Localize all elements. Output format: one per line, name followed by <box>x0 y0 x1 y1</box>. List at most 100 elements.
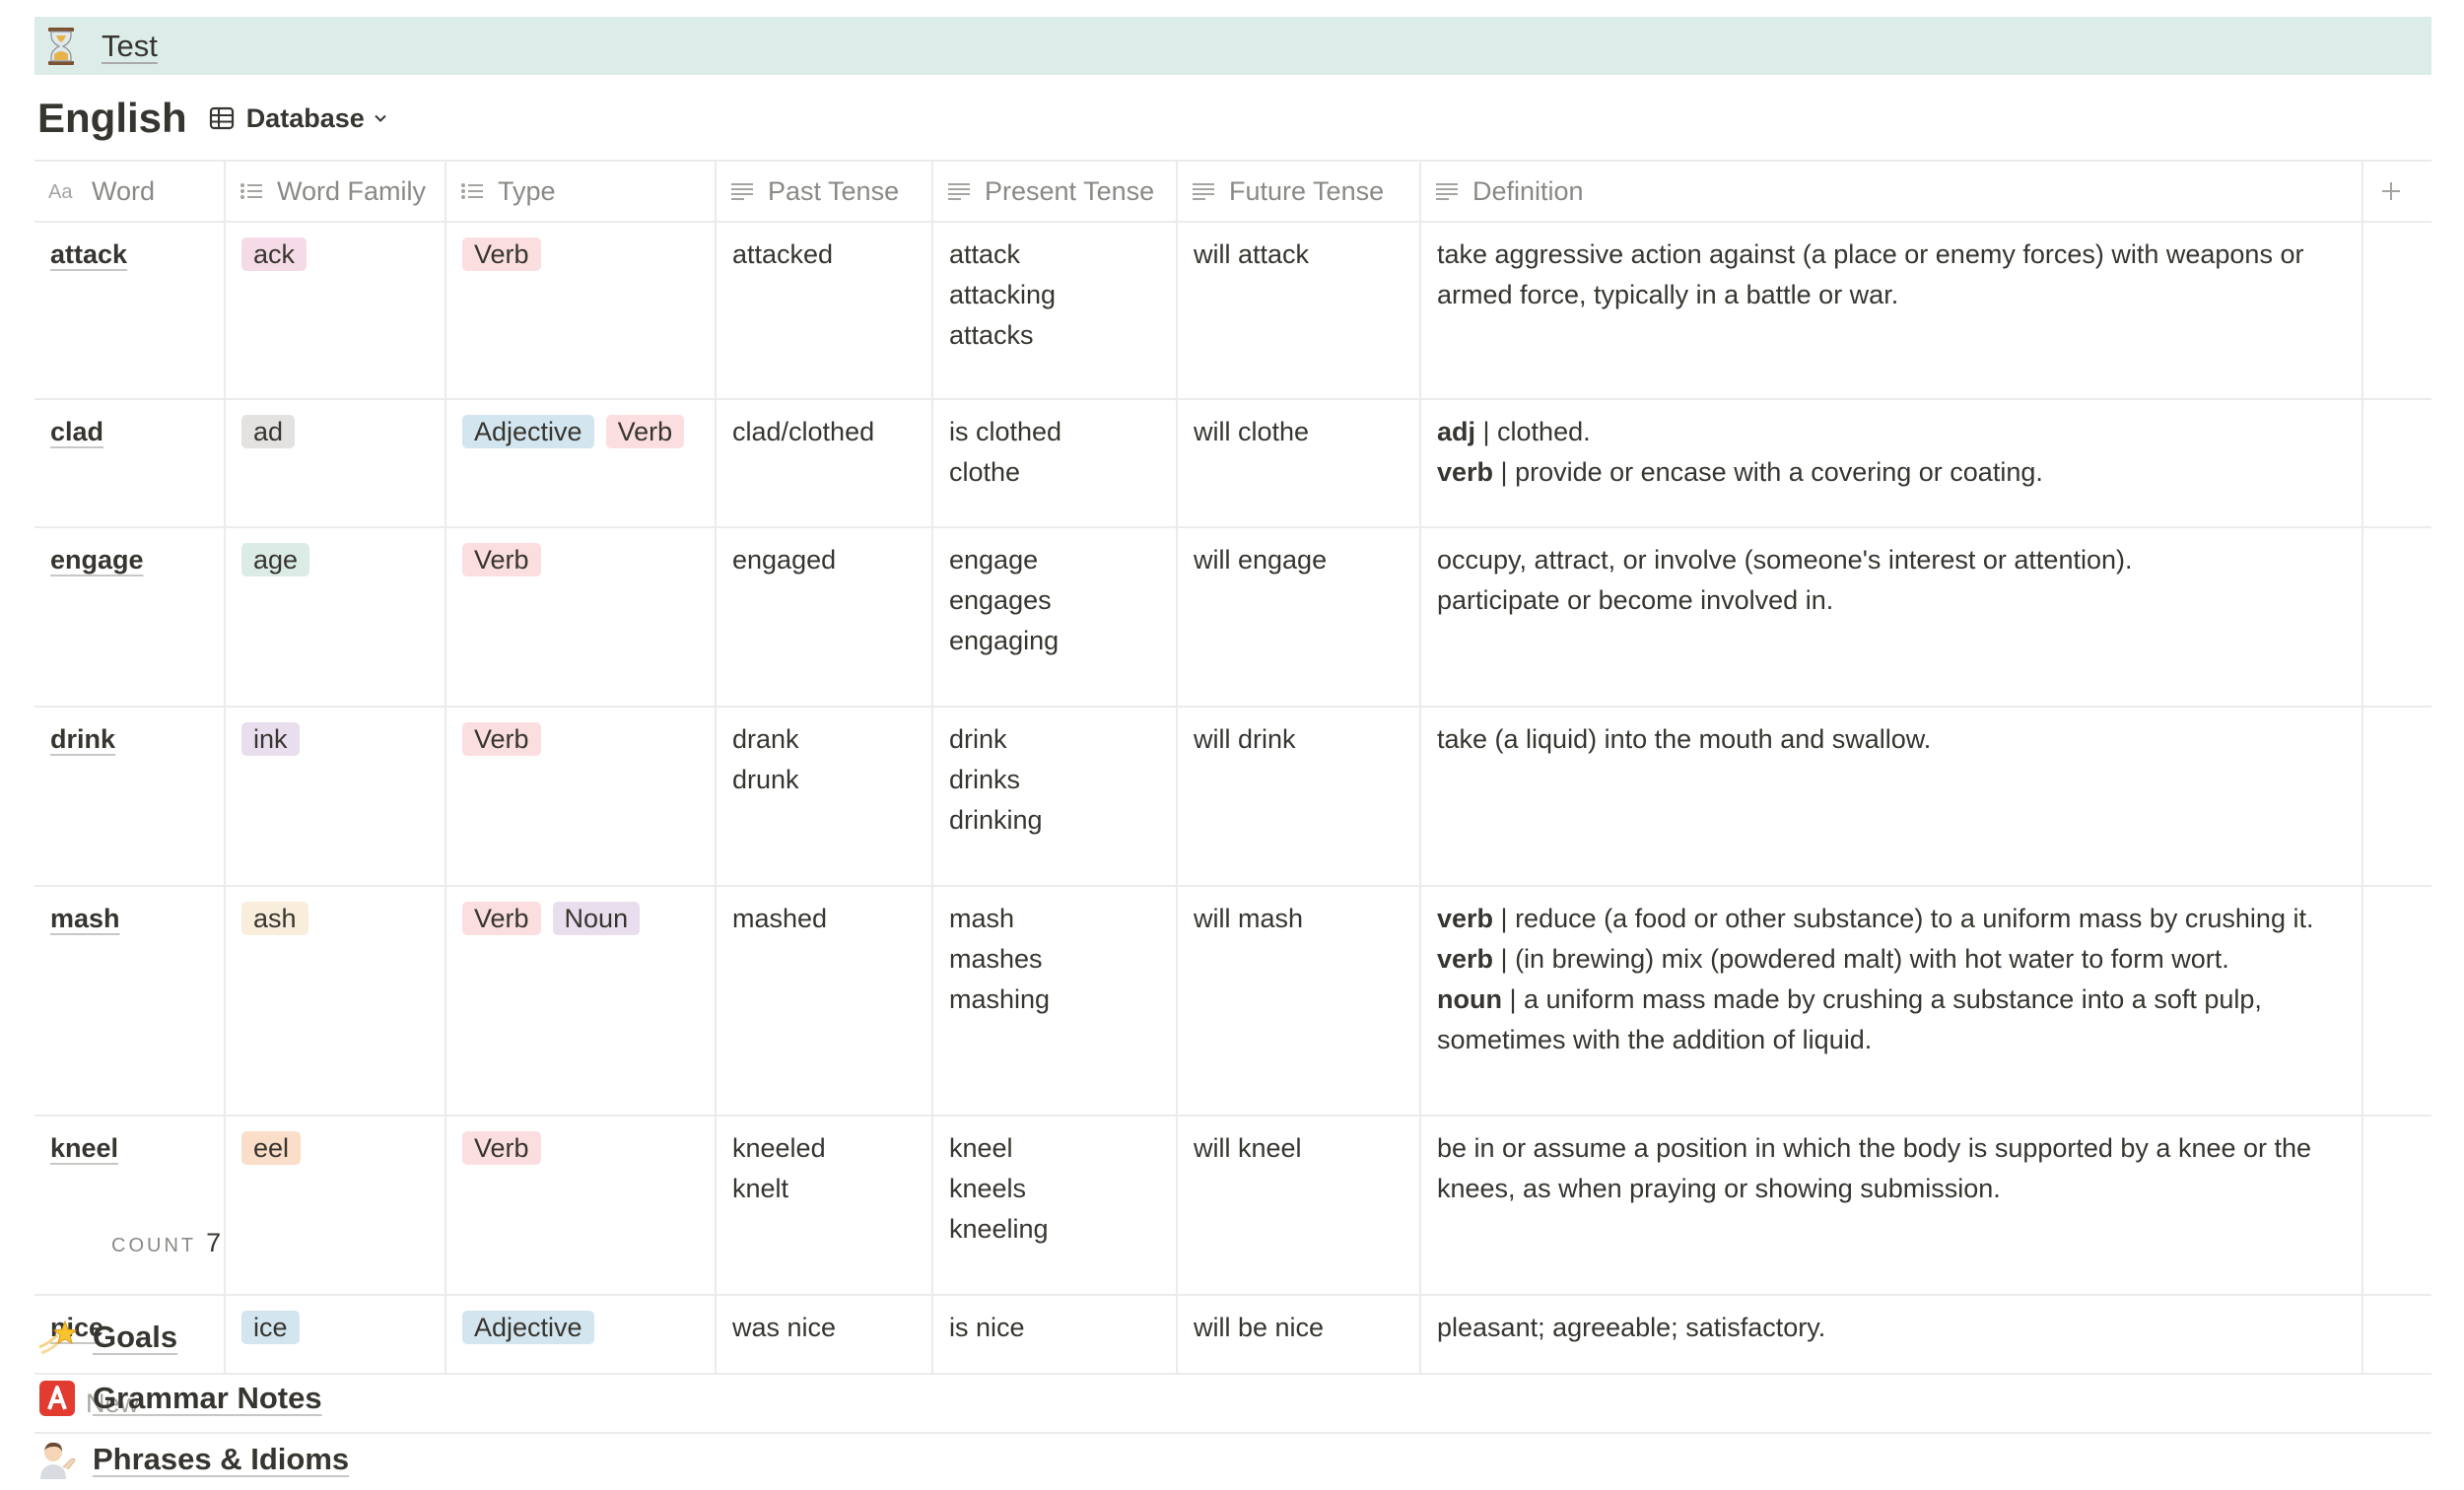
cell-word[interactable]: drink <box>34 708 226 885</box>
column-header-definition[interactable]: Definition <box>1421 162 2363 221</box>
page-link-phrases-idioms[interactable]: Phrases & Idioms <box>37 1429 349 1490</box>
cell-word-family[interactable]: age <box>226 528 446 706</box>
table-row[interactable]: kneel eel Verb kneeled knelt kneel kneels kneel… <box>34 1117 2431 1296</box>
cell-type[interactable]: Adjective <box>446 1296 717 1373</box>
text-property-icon <box>731 183 753 200</box>
cell-type[interactable]: Verb <box>446 528 717 706</box>
word-title-link[interactable]: attack <box>50 239 127 269</box>
word-title-link[interactable]: mash <box>50 904 120 933</box>
cell-type[interactable]: Verb <box>446 1117 717 1294</box>
cell-past-tense[interactable]: attacked <box>717 223 933 398</box>
word-title-link[interactable]: clad <box>50 417 103 446</box>
database-title[interactable]: English <box>37 95 187 142</box>
word-title-link[interactable]: engage <box>50 545 144 575</box>
title-property-icon: Aa <box>48 181 73 202</box>
cell-word[interactable]: mash <box>34 887 226 1115</box>
table-row[interactable]: attack ack Verb attacked attack attacking atta… <box>34 223 2431 400</box>
cell-definition[interactable]: take aggressive action against (a place … <box>1421 223 2363 398</box>
cell-present-tense[interactable]: kneel kneels kneeling <box>933 1117 1178 1294</box>
column-header-present-tense[interactable]: Present Tense <box>933 162 1178 221</box>
cell-past-tense[interactable]: mashed <box>717 887 933 1115</box>
cell-past-tense[interactable]: kneeled knelt <box>717 1117 933 1294</box>
column-header-past-tense[interactable]: Past Tense <box>717 162 933 221</box>
table-header-row: Aa Word Word Family Type Past Tense Pres… <box>34 160 2431 223</box>
text-line: engage <box>949 545 1039 575</box>
cell-present-tense[interactable]: mash mashes mashing <box>933 887 1178 1115</box>
text-property-icon <box>1193 183 1214 200</box>
cell-future-tense[interactable]: will engage <box>1178 528 1421 706</box>
cell-word[interactable]: engage <box>34 528 226 706</box>
cell-present-tense[interactable]: is clothed clothe <box>933 400 1178 526</box>
cell-empty <box>2363 400 2431 526</box>
definition-text: occupy, attract, or involve (someone's i… <box>1437 545 2133 575</box>
cell-past-tense[interactable]: was nice <box>717 1296 933 1373</box>
cell-future-tense[interactable]: will be nice <box>1178 1296 1421 1373</box>
text-line: drinking <box>949 805 1043 835</box>
cell-word-family[interactable]: eel <box>226 1117 446 1294</box>
cell-word-family[interactable]: ad <box>226 400 446 526</box>
cell-word-family[interactable]: ack <box>226 223 446 398</box>
cell-definition[interactable]: occupy, attract, or involve (someone's i… <box>1421 528 2363 706</box>
cell-type[interactable]: Adjective Verb <box>446 400 717 526</box>
text-property-icon <box>1436 183 1458 200</box>
add-property-button[interactable] <box>2363 162 2431 221</box>
cell-definition[interactable]: take (a liquid) into the mouth and swall… <box>1421 708 2363 885</box>
cell-word[interactable]: attack <box>34 223 226 398</box>
cell-past-tense[interactable]: clad/clothed <box>717 400 933 526</box>
type-tag: Verb <box>462 543 541 576</box>
cell-future-tense[interactable]: will kneel <box>1178 1117 1421 1294</box>
cell-future-tense[interactable]: will attack <box>1178 223 1421 398</box>
cell-past-tense[interactable]: engaged <box>717 528 933 706</box>
column-header-type[interactable]: Type <box>446 162 717 221</box>
text-line: attacks <box>949 320 1034 350</box>
cell-definition[interactable]: pleasant; agreeable; satisfactory. <box>1421 1296 2363 1373</box>
cell-word-family[interactable]: ash <box>226 887 446 1115</box>
count-calculation[interactable]: COUNT 7 <box>111 1228 221 1258</box>
page-link-grammar-notes[interactable]: Grammar Notes <box>37 1368 349 1429</box>
cell-future-tense[interactable]: will clothe <box>1178 400 1421 526</box>
column-header-future-tense[interactable]: Future Tense <box>1178 162 1421 221</box>
definition-line: knees, as when praying or showing submis… <box>1437 1169 2348 1209</box>
word-title-link[interactable]: drink <box>50 724 115 754</box>
cell-present-tense[interactable]: attack attacking attacks <box>933 223 1178 398</box>
cell-type[interactable]: Verb <box>446 708 717 885</box>
text-line: mashes <box>949 944 1043 974</box>
svg-text:Aa: Aa <box>48 181 73 202</box>
text-line: drinks <box>949 765 1021 794</box>
cell-type[interactable]: Verb Noun <box>446 887 717 1115</box>
table-row[interactable]: nice ice Adjective was nice is nice will be n… <box>34 1296 2431 1375</box>
cell-future-tense[interactable]: will drink <box>1178 708 1421 885</box>
cell-future-tense[interactable]: will mash <box>1178 887 1421 1115</box>
table-row[interactable]: clad ad Adjective Verb clad/clothed is clothe… <box>34 400 2431 528</box>
view-switcher-button[interactable]: Database <box>209 103 388 134</box>
table-row[interactable]: mash ash Verb Noun mashed mash mashes mashing wi… <box>34 887 2431 1117</box>
column-header-word[interactable]: Aa Word <box>34 162 226 221</box>
cell-type[interactable]: Verb <box>446 223 717 398</box>
cell-definition[interactable]: adj | clothed. verb | provide or encase w… <box>1421 400 2363 526</box>
cell-present-tense[interactable]: drink drinks drinking <box>933 708 1178 885</box>
word-title-link[interactable]: kneel <box>50 1133 118 1163</box>
parent-page-link[interactable]: Test <box>102 29 158 64</box>
cell-definition[interactable]: be in or assume a position in which the … <box>1421 1117 2363 1294</box>
definition-text: take aggressive action against (a place … <box>1437 239 2304 269</box>
cell-word[interactable]: clad <box>34 400 226 526</box>
cell-word[interactable]: kneel <box>34 1117 226 1294</box>
cell-past-tense[interactable]: drank drunk <box>717 708 933 885</box>
part-of-speech-label: verb <box>1437 904 1494 933</box>
add-new-row-button[interactable]: New <box>34 1375 2431 1434</box>
cell-definition[interactable]: verb | reduce (a food or other substance… <box>1421 887 2363 1115</box>
text-line: knelt <box>732 1174 789 1203</box>
text-line: kneeling <box>949 1214 1049 1244</box>
type-tag: Verb <box>605 415 685 448</box>
definition-text: | clothed. <box>1475 417 1591 446</box>
column-header-word-family[interactable]: Word Family <box>226 162 446 221</box>
text-line: was nice <box>732 1313 837 1342</box>
definition-line: take (a liquid) into the mouth and swall… <box>1437 719 2348 760</box>
page-link-goals[interactable]: Goals <box>37 1307 349 1368</box>
cell-word-family[interactable]: ink <box>226 708 446 885</box>
table-row[interactable]: engage age Verb engaged engage engages engagin… <box>34 528 2431 708</box>
cell-present-tense[interactable]: is nice <box>933 1296 1178 1373</box>
part-of-speech-label: adj <box>1437 417 1476 446</box>
table-row[interactable]: drink ink Verb drank drunk drink drinks drinkin… <box>34 708 2431 887</box>
cell-present-tense[interactable]: engage engages engaging <box>933 528 1178 706</box>
